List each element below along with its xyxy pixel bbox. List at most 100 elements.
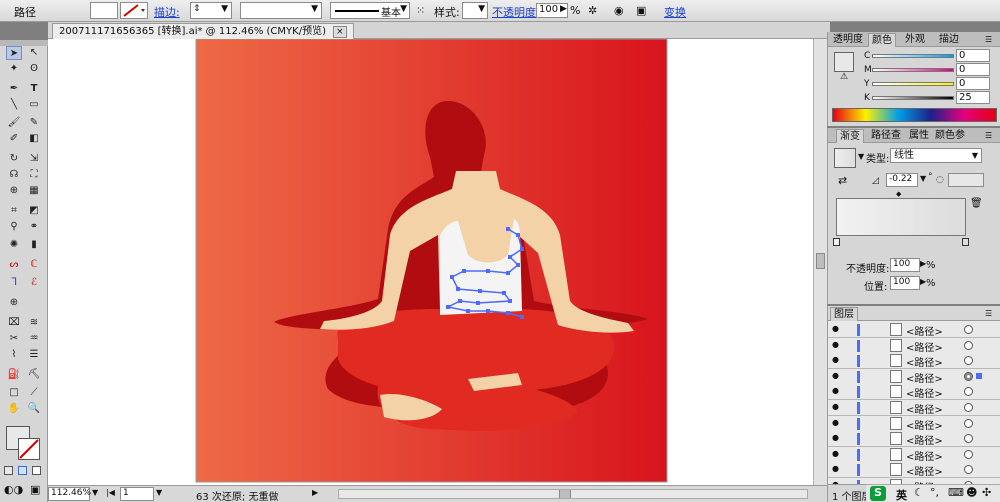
eye-icon[interactable]: ●: [832, 340, 842, 349]
cyan-slider[interactable]: [872, 54, 954, 58]
layer-row[interactable]: ● <路径>: [828, 446, 1000, 463]
layer-row[interactable]: ● <路径>: [828, 322, 1000, 338]
panel-menu-icon[interactable]: ☰: [982, 129, 995, 143]
target-icon[interactable]: [964, 356, 973, 366]
paint-bucket-icon[interactable]: ⛽: [6, 368, 22, 382]
curvature-icon[interactable]: ℂ: [26, 258, 42, 272]
cyan-value[interactable]: 0: [956, 49, 990, 62]
anchor-point[interactable]: [478, 289, 482, 293]
gradient-mode-icon[interactable]: [18, 466, 27, 475]
scroll-thumb[interactable]: [559, 490, 571, 498]
layer-row[interactable]: ● <路径>: [828, 415, 1000, 432]
anchor-point[interactable]: [486, 269, 490, 273]
draw-modes-icon[interactable]: ◐◑: [4, 483, 23, 496]
type-icon[interactable]: T: [26, 82, 42, 96]
tab-appearance[interactable]: 外观: [902, 33, 928, 47]
gradient-stop-right[interactable]: [962, 238, 969, 246]
magenta-value[interactable]: 0: [956, 63, 990, 76]
stroke-color-swatch[interactable]: [18, 438, 40, 460]
reverse-gradient-icon[interactable]: ⇄: [838, 174, 847, 187]
zoom-field[interactable]: 112.46%: [48, 487, 91, 501]
opacity-link[interactable]: 不透明度:: [492, 4, 540, 20]
eyedropper-icon[interactable]: ⚲: [6, 220, 22, 234]
eye-icon[interactable]: ●: [832, 356, 842, 364]
globe-icon[interactable]: ◉: [614, 4, 624, 17]
sogou-icon[interactable]: S: [870, 486, 886, 501]
anchor-point[interactable]: [462, 269, 466, 273]
chevron-down-icon[interactable]: ▼: [156, 488, 162, 497]
width-icon[interactable]: ⌇: [6, 348, 22, 362]
eye-icon[interactable]: ●: [832, 325, 842, 333]
list-icon[interactable]: ☰: [26, 348, 42, 362]
shape-builder-icon[interactable]: ⊕: [6, 184, 22, 198]
chevron-right-icon[interactable]: ▶: [560, 4, 567, 14]
document-tab[interactable]: 20071117165636​5 [转换].ai* @ 112.46% (CMY…: [52, 23, 354, 39]
direct-selection-icon[interactable]: ↖: [26, 46, 42, 60]
brush-icon[interactable]: 🖌: [6, 116, 22, 130]
target-icon[interactable]: [964, 403, 973, 412]
pencil-icon[interactable]: ✎: [26, 116, 42, 130]
anchor-point[interactable]: [466, 309, 470, 313]
target-icon[interactable]: [964, 387, 973, 397]
horizontal-scrollbar[interactable]: [338, 489, 808, 499]
chevron-right-icon[interactable]: ▶: [312, 488, 318, 497]
stop-opacity-input[interactable]: 100: [890, 258, 920, 272]
tab-transparency[interactable]: 透明度: [830, 33, 866, 47]
layer-row[interactable]: ● <路径>: [828, 368, 1000, 385]
anchor-point[interactable]: [486, 309, 490, 313]
anchor-point[interactable]: [458, 299, 462, 303]
gradient-stop-left[interactable]: [833, 238, 840, 246]
tab-color-guide[interactable]: 颜色参: [932, 129, 968, 143]
slice-icon[interactable]: ≋: [26, 316, 42, 330]
tab-attributes[interactable]: 属性: [906, 129, 932, 143]
fill-swatch[interactable]: [90, 2, 118, 19]
first-page-icon[interactable]: |◀: [106, 488, 115, 497]
stroke-link[interactable]: 描边:: [154, 4, 180, 20]
anchor-point[interactable]: [450, 275, 454, 279]
artboard-tool-icon[interactable]: □: [6, 386, 22, 400]
magenta-slider[interactable]: [872, 68, 954, 72]
magic-wand-icon[interactable]: ✦: [6, 62, 22, 76]
punctuation-icon[interactable]: °,: [930, 486, 939, 499]
lasso-icon[interactable]: ʘ: [26, 62, 42, 76]
brush-definition[interactable]: 基本 ▼: [330, 2, 410, 19]
trash-icon[interactable]: 🗑: [970, 198, 983, 209]
mesh-icon[interactable]: ⌗: [6, 204, 22, 218]
aspect-ratio-field[interactable]: [948, 173, 984, 187]
eye-icon[interactable]: ●: [832, 403, 842, 411]
target-icon[interactable]: [964, 371, 973, 381]
tab-pathfinder[interactable]: 路径查: [868, 129, 904, 143]
anchor-point[interactable]: [456, 287, 460, 291]
stroke-swatch[interactable]: [120, 2, 148, 19]
stop-location-input[interactable]: 100: [890, 276, 920, 290]
variable-width-profile[interactable]: ▼: [240, 2, 322, 19]
blue-path-icon[interactable]: ᒣ: [6, 276, 22, 290]
rotate-icon[interactable]: ↻: [6, 152, 22, 166]
align-icon[interactable]: ▣: [636, 4, 646, 17]
artboard-icon[interactable]: ⌧: [6, 316, 22, 330]
anchor-point[interactable]: [520, 315, 524, 319]
vertical-scrollbar[interactable]: [813, 39, 827, 485]
graphic-style-swatch[interactable]: ▼: [462, 2, 488, 19]
yellow-value[interactable]: 0: [956, 77, 990, 90]
anchor-point[interactable]: [506, 311, 510, 315]
chevron-down-icon[interactable]: ▼: [858, 152, 864, 161]
tools-icon[interactable]: ✣: [982, 486, 991, 499]
anchor-point[interactable]: [506, 227, 510, 231]
layers-title[interactable]: 图层: [830, 307, 858, 321]
target-icon[interactable]: [964, 418, 973, 428]
eye-icon[interactable]: ●: [832, 465, 842, 473]
tab-stroke[interactable]: 描边: [936, 33, 962, 47]
chevron-down-icon[interactable]: ▼: [920, 174, 926, 183]
selected-art-icon[interactable]: [976, 372, 982, 379]
live-paint-icon[interactable]: ⛏: [26, 368, 42, 382]
layer-row[interactable]: ● <路径>: [828, 353, 1000, 370]
eye-icon[interactable]: ●: [832, 387, 842, 395]
gradient-type-select[interactable]: 线性 ▼: [890, 148, 982, 163]
blob-brush-icon[interactable]: ✐: [6, 132, 22, 146]
close-icon[interactable]: ×: [333, 26, 347, 38]
line-segment-icon[interactable]: ╲: [6, 98, 22, 112]
ime-language[interactable]: 英: [896, 487, 907, 502]
eraser-icon[interactable]: ◧: [26, 132, 42, 146]
user-icon[interactable]: ☻: [966, 486, 977, 499]
